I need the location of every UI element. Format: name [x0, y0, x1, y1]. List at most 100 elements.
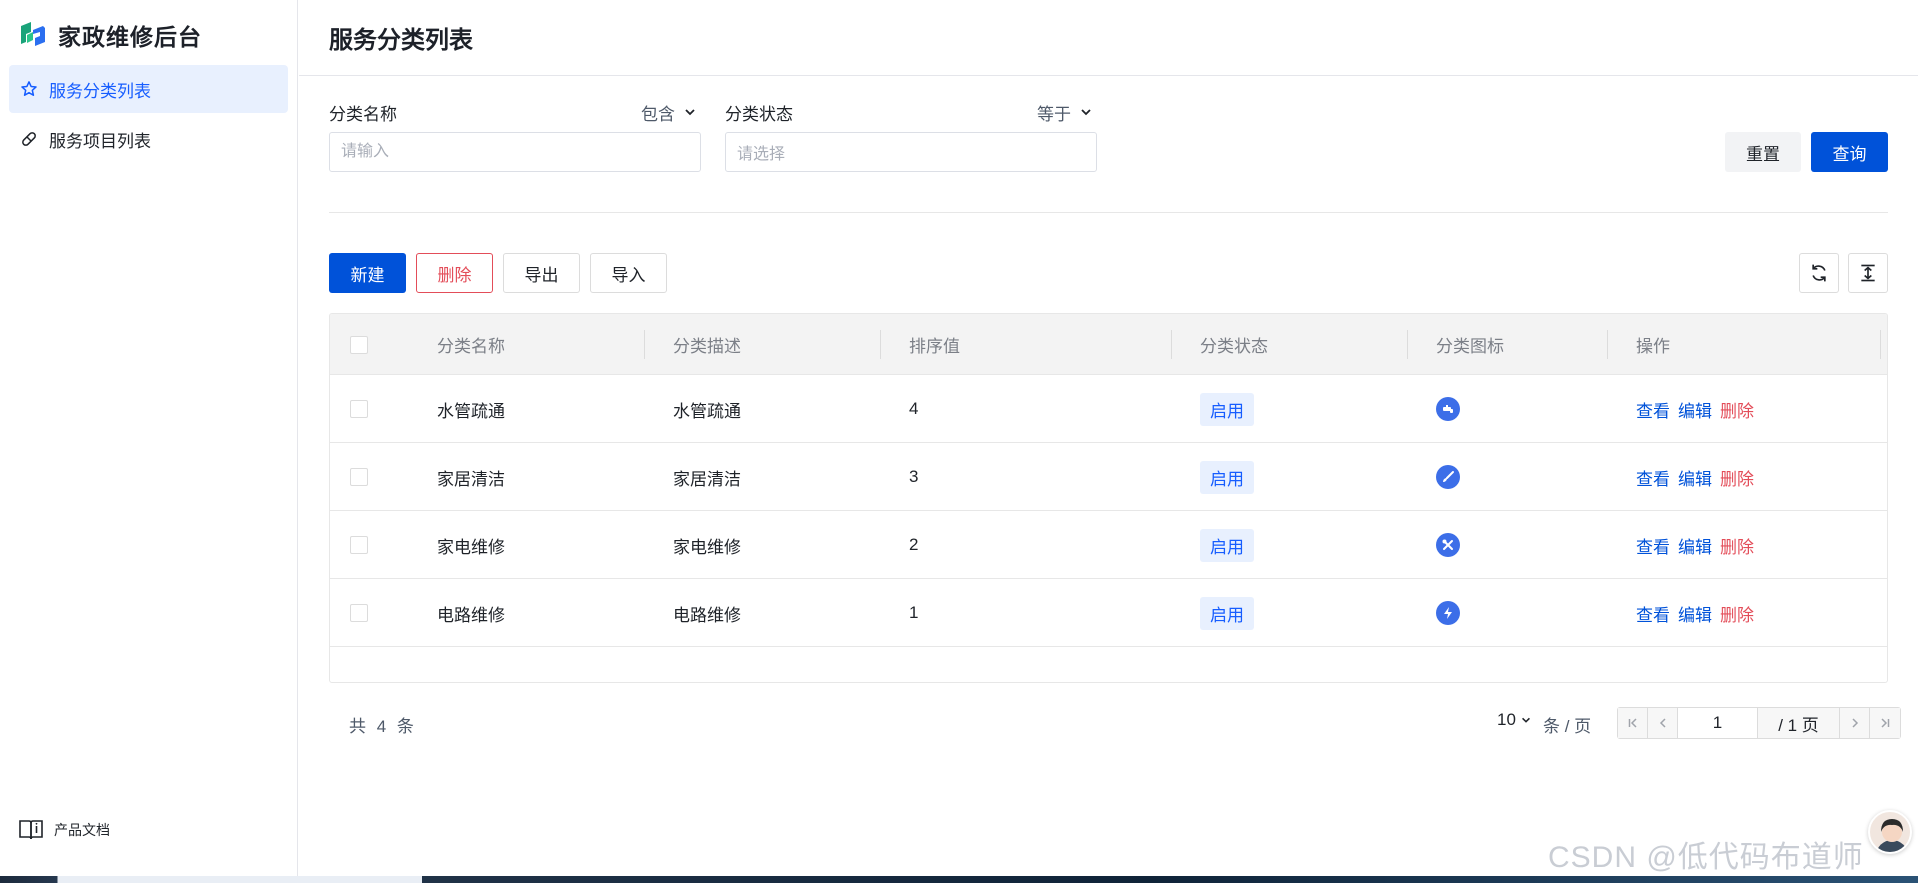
edit-link[interactable]: 编辑: [1678, 533, 1712, 558]
export-button[interactable]: 导出: [503, 253, 580, 293]
sidebar-item-service-category[interactable]: 服务分类列表: [9, 65, 288, 113]
column-separator[interactable]: [644, 330, 645, 359]
refresh-button[interactable]: [1799, 253, 1839, 293]
sidebar-item-label: 服务分类列表: [49, 81, 151, 101]
tools-icon: [1436, 533, 1460, 557]
first-page-button[interactable]: [1618, 708, 1648, 738]
category-name-input[interactable]: [329, 132, 701, 172]
query-button[interactable]: 查询: [1811, 132, 1888, 172]
import-button[interactable]: 导入: [590, 253, 667, 293]
filter-operator-dropdown[interactable]: 等于: [1037, 100, 1093, 125]
column-separator[interactable]: [880, 330, 881, 359]
filter-operator-dropdown[interactable]: 包含: [641, 100, 697, 125]
brand-name: 家政维修后台: [58, 24, 202, 50]
page-size-select[interactable]: 10: [1497, 710, 1532, 730]
table-row[interactable]: 电路维修 电路维修 1 启用 查看 编辑 删除: [330, 579, 1887, 647]
table-header: 分类名称 分类描述 排序值 分类状态 分类图标 操作: [330, 314, 1887, 375]
category-status-select[interactable]: 请选择: [725, 132, 1097, 172]
view-link[interactable]: 查看: [1636, 465, 1670, 490]
row-height-button[interactable]: [1848, 253, 1888, 293]
row-checkbox[interactable]: [350, 468, 368, 486]
edit-link[interactable]: 编辑: [1678, 465, 1712, 490]
column-separator[interactable]: [1880, 330, 1881, 359]
lightning-icon: [1436, 601, 1460, 625]
delete-link[interactable]: 删除: [1720, 601, 1754, 626]
avatar[interactable]: [1868, 810, 1912, 854]
filter-category-status: 分类状态 等于 请选择: [725, 98, 1097, 172]
sidebar-item-label: 服务项目列表: [49, 131, 151, 151]
cell-sort: 2: [909, 535, 919, 554]
product-docs-label: 产品文档: [54, 822, 110, 838]
column-header[interactable]: 分类图标: [1436, 314, 1504, 375]
column-header[interactable]: 排序值: [909, 314, 960, 375]
column-header[interactable]: 分类状态: [1200, 314, 1268, 375]
prev-page-button[interactable]: [1648, 708, 1678, 738]
cell-name: 家居清洁: [437, 469, 505, 489]
delete-link[interactable]: 删除: [1720, 533, 1754, 558]
sidebar: 家政维修后台 服务分类列表 服务项目列表 产品文档: [0, 0, 298, 876]
chevron-down-icon: [1081, 109, 1091, 116]
table-row[interactable]: 家居清洁 家居清洁 3 启用 查看 编辑 删除: [330, 443, 1887, 511]
column-header[interactable]: 操作: [1636, 314, 1670, 375]
view-link[interactable]: 查看: [1636, 533, 1670, 558]
new-button[interactable]: 新建: [329, 253, 406, 293]
refresh-icon: [1812, 264, 1826, 282]
page-header: 服务分类列表: [299, 0, 1918, 76]
reset-button[interactable]: 重置: [1725, 132, 1801, 172]
star-icon: [19, 79, 39, 99]
column-separator[interactable]: [1407, 330, 1408, 359]
edit-link[interactable]: 编辑: [1678, 397, 1712, 422]
pagination-controls: / 1 页: [1617, 707, 1901, 739]
last-page-button[interactable]: [1870, 708, 1900, 738]
category-table: 分类名称 分类描述 排序值 分类状态 分类图标 操作 水管疏通 水管疏通 4 启…: [329, 313, 1888, 683]
delete-link[interactable]: 删除: [1720, 397, 1754, 422]
row-checkbox[interactable]: [350, 400, 368, 418]
brush-icon: [1436, 465, 1460, 489]
filter-label: 分类状态: [725, 104, 793, 124]
select-all-cell: [350, 314, 368, 375]
batch-delete-button[interactable]: 删除: [416, 253, 493, 293]
cell-sort: 4: [909, 399, 919, 418]
column-header[interactable]: 分类名称: [437, 314, 505, 375]
taskbar: [0, 876, 1918, 883]
filter-label: 分类名称: [329, 104, 397, 124]
product-docs-link[interactable]: 产品文档: [18, 818, 110, 842]
cell-sort: 3: [909, 467, 919, 486]
view-link[interactable]: 查看: [1636, 601, 1670, 626]
brand-logo-icon: [21, 22, 45, 46]
page-title: 服务分类列表: [329, 27, 473, 54]
page-jump-input[interactable]: [1678, 708, 1758, 738]
main-content: 服务分类列表 分类名称 包含 分类状态 等于 请选择 重置 查询 新建 删除 导…: [299, 0, 1918, 876]
watermark: CSDN @低代码布道师: [1548, 841, 1864, 874]
status-badge: 启用: [1200, 460, 1254, 494]
pagination-total: 共 4 条: [349, 717, 417, 736]
page-size-unit: 条 / 页: [1543, 717, 1592, 736]
last-page-icon: [1881, 718, 1890, 728]
status-badge: 启用: [1200, 528, 1254, 562]
row-checkbox[interactable]: [350, 536, 368, 554]
edit-link[interactable]: 编辑: [1678, 601, 1712, 626]
row-checkbox[interactable]: [350, 604, 368, 622]
cell-sort: 1: [909, 603, 919, 622]
cell-desc: 电路维修: [673, 605, 741, 625]
sidebar-item-service-project[interactable]: 服务项目列表: [9, 115, 288, 163]
table-row[interactable]: 水管疏通 水管疏通 4 启用 查看 编辑 删除: [330, 375, 1887, 443]
filter-category-name: 分类名称 包含: [329, 98, 701, 172]
delete-link[interactable]: 删除: [1720, 465, 1754, 490]
view-link[interactable]: 查看: [1636, 397, 1670, 422]
cell-desc: 家居清洁: [673, 469, 741, 489]
column-separator[interactable]: [1171, 330, 1172, 359]
chevron-right-icon: [1851, 718, 1858, 728]
status-badge: 启用: [1200, 392, 1254, 426]
column-separator[interactable]: [1607, 330, 1608, 359]
table-row[interactable]: 家电维修 家电维修 2 启用 查看 编辑 删除: [330, 511, 1887, 579]
chevron-down-icon: [1521, 717, 1530, 723]
brand[interactable]: 家政维修后台: [18, 20, 202, 50]
next-page-button[interactable]: [1840, 708, 1870, 738]
select-all-checkbox[interactable]: [350, 335, 368, 354]
pill-icon: [19, 129, 39, 149]
chevron-down-icon: [685, 109, 695, 116]
row-height-icon: [1861, 264, 1875, 282]
cell-name: 家电维修: [437, 537, 505, 557]
column-header[interactable]: 分类描述: [673, 314, 741, 375]
